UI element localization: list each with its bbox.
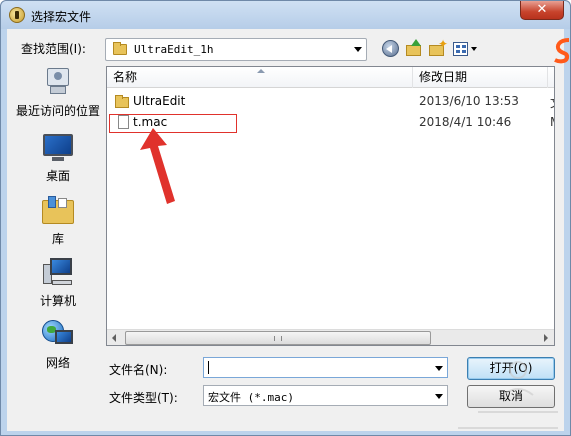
file-modified: 2018/4/1 10:46 <box>419 115 512 129</box>
file-modified: 2013/6/10 13:53 <box>419 94 519 108</box>
file-type-dropdown[interactable]: 宏文件 (*.mac) <box>203 385 448 406</box>
look-in-dropdown[interactable]: UltraEdit_1h <box>105 38 367 61</box>
file-type-value: 宏文件 (*.mac) <box>208 391 294 404</box>
file-type: M <box>550 115 554 129</box>
place-label: 最近访问的位置 <box>15 104 100 118</box>
place-libraries[interactable]: 库 <box>13 194 103 247</box>
place-network[interactable]: 网络 <box>13 318 103 371</box>
look-in-label: 查找范围(I): <box>21 42 86 56</box>
file-type: 文 <box>550 94 554 111</box>
scroll-left-icon[interactable] <box>107 330 124 345</box>
view-menu-button[interactable] <box>452 39 478 59</box>
chevron-down-icon[interactable] <box>435 394 443 399</box>
place-computer[interactable]: 计算机 <box>13 256 103 309</box>
file-type-label: 文件类型(T): <box>109 391 178 405</box>
file-name-input[interactable] <box>204 358 432 377</box>
up-one-level-button[interactable] <box>404 39 424 59</box>
watermark-logo-icon <box>554 38 570 64</box>
column-header-modified[interactable]: 修改日期 <box>413 67 548 88</box>
file-name-field[interactable] <box>203 357 448 378</box>
place-label: 桌面 <box>45 169 70 183</box>
folder-icon <box>115 95 129 108</box>
place-label: 计算机 <box>39 294 76 308</box>
new-folder-button[interactable]: ✦ <box>427 37 449 59</box>
chevron-down-icon[interactable] <box>354 47 362 52</box>
desktop-icon <box>42 131 74 163</box>
place-recent[interactable]: 最近访问的位置 <box>13 66 103 119</box>
place-desktop[interactable]: 桌面 <box>13 131 103 184</box>
folder-icon <box>406 45 421 56</box>
chevron-down-icon[interactable] <box>435 366 443 371</box>
file-list[interactable]: 名称 修改日期 类 UltraEdit 2013/6/10 13:53 文 t.… <box>106 66 555 346</box>
ultraedit-app-icon <box>9 7 25 23</box>
up-arrow-icon <box>411 39 421 46</box>
back-arrow-icon <box>382 40 399 57</box>
file-name-label: 文件名(N): <box>109 363 168 377</box>
open-button[interactable]: 打开(O) <box>467 357 555 380</box>
chevron-down-icon <box>471 47 477 51</box>
computer-icon <box>42 256 74 288</box>
column-header-row: 名称 修改日期 类 <box>107 67 554 88</box>
title-bar[interactable]: 选择宏文件 ✕ <box>1 1 570 29</box>
text-caret <box>208 361 209 374</box>
sparkle-icon: ✦ <box>438 37 449 51</box>
annotation-arrow-icon <box>140 128 175 204</box>
file-row-folder[interactable]: UltraEdit 2013/6/10 13:53 文 <box>107 91 554 113</box>
recent-places-icon <box>42 66 74 98</box>
window-title: 选择宏文件 <box>31 10 92 24</box>
libraries-icon <box>42 194 74 226</box>
view-grid-icon <box>453 42 468 56</box>
scroll-right-icon[interactable] <box>537 330 554 345</box>
place-label: 网络 <box>45 356 70 370</box>
column-header-name[interactable]: 名称 <box>107 67 413 88</box>
file-name: UltraEdit <box>133 94 186 108</box>
scroll-thumb[interactable] <box>125 331 431 345</box>
network-icon <box>42 318 74 350</box>
cancel-button[interactable]: 取消 <box>467 385 555 408</box>
folder-icon <box>113 42 127 55</box>
close-button[interactable]: ✕ <box>520 1 564 20</box>
back-button[interactable] <box>381 39 401 59</box>
places-bar: 最近访问的位置 桌面 库 计算机 网络 <box>13 66 103 386</box>
horizontal-scrollbar[interactable] <box>107 329 554 345</box>
place-label: 库 <box>51 232 64 246</box>
look-in-value: UltraEdit_1h <box>134 43 214 56</box>
column-header-type[interactable]: 类 <box>548 67 554 88</box>
